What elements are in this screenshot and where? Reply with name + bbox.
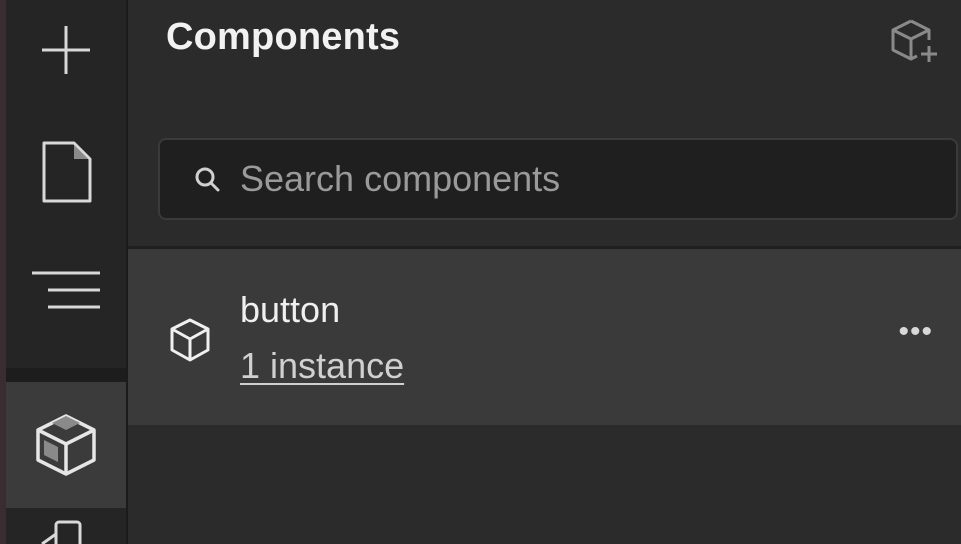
navigator-button[interactable] bbox=[6, 250, 126, 330]
add-button[interactable] bbox=[6, 10, 126, 90]
panel-title: Components bbox=[166, 16, 401, 58]
components-icon bbox=[36, 414, 96, 476]
page-icon bbox=[42, 141, 92, 203]
components-button[interactable] bbox=[6, 382, 126, 508]
component-name: button bbox=[240, 289, 341, 330]
assets-button[interactable] bbox=[6, 514, 126, 544]
component-icon bbox=[168, 317, 212, 368]
components-panel: Components Search components button 1 in… bbox=[128, 0, 961, 544]
more-options-button[interactable]: ••• bbox=[898, 315, 933, 349]
search-box bbox=[158, 138, 958, 220]
assets-icon bbox=[41, 520, 82, 544]
app-window: Components Search components button 1 in… bbox=[0, 0, 961, 544]
component-list-item[interactable]: button 1 instance ••• bbox=[128, 249, 961, 425]
pages-button[interactable] bbox=[6, 132, 126, 212]
search-icon bbox=[194, 166, 220, 192]
instances-link[interactable]: 1 instance bbox=[240, 345, 404, 387]
add-component-icon bbox=[891, 19, 937, 62]
create-component-button[interactable] bbox=[889, 18, 939, 69]
toolbar-separator bbox=[6, 368, 126, 382]
left-toolbar bbox=[6, 0, 128, 544]
plus-icon bbox=[42, 26, 90, 74]
navigator-icon bbox=[32, 271, 100, 309]
search-input[interactable] bbox=[240, 158, 840, 200]
